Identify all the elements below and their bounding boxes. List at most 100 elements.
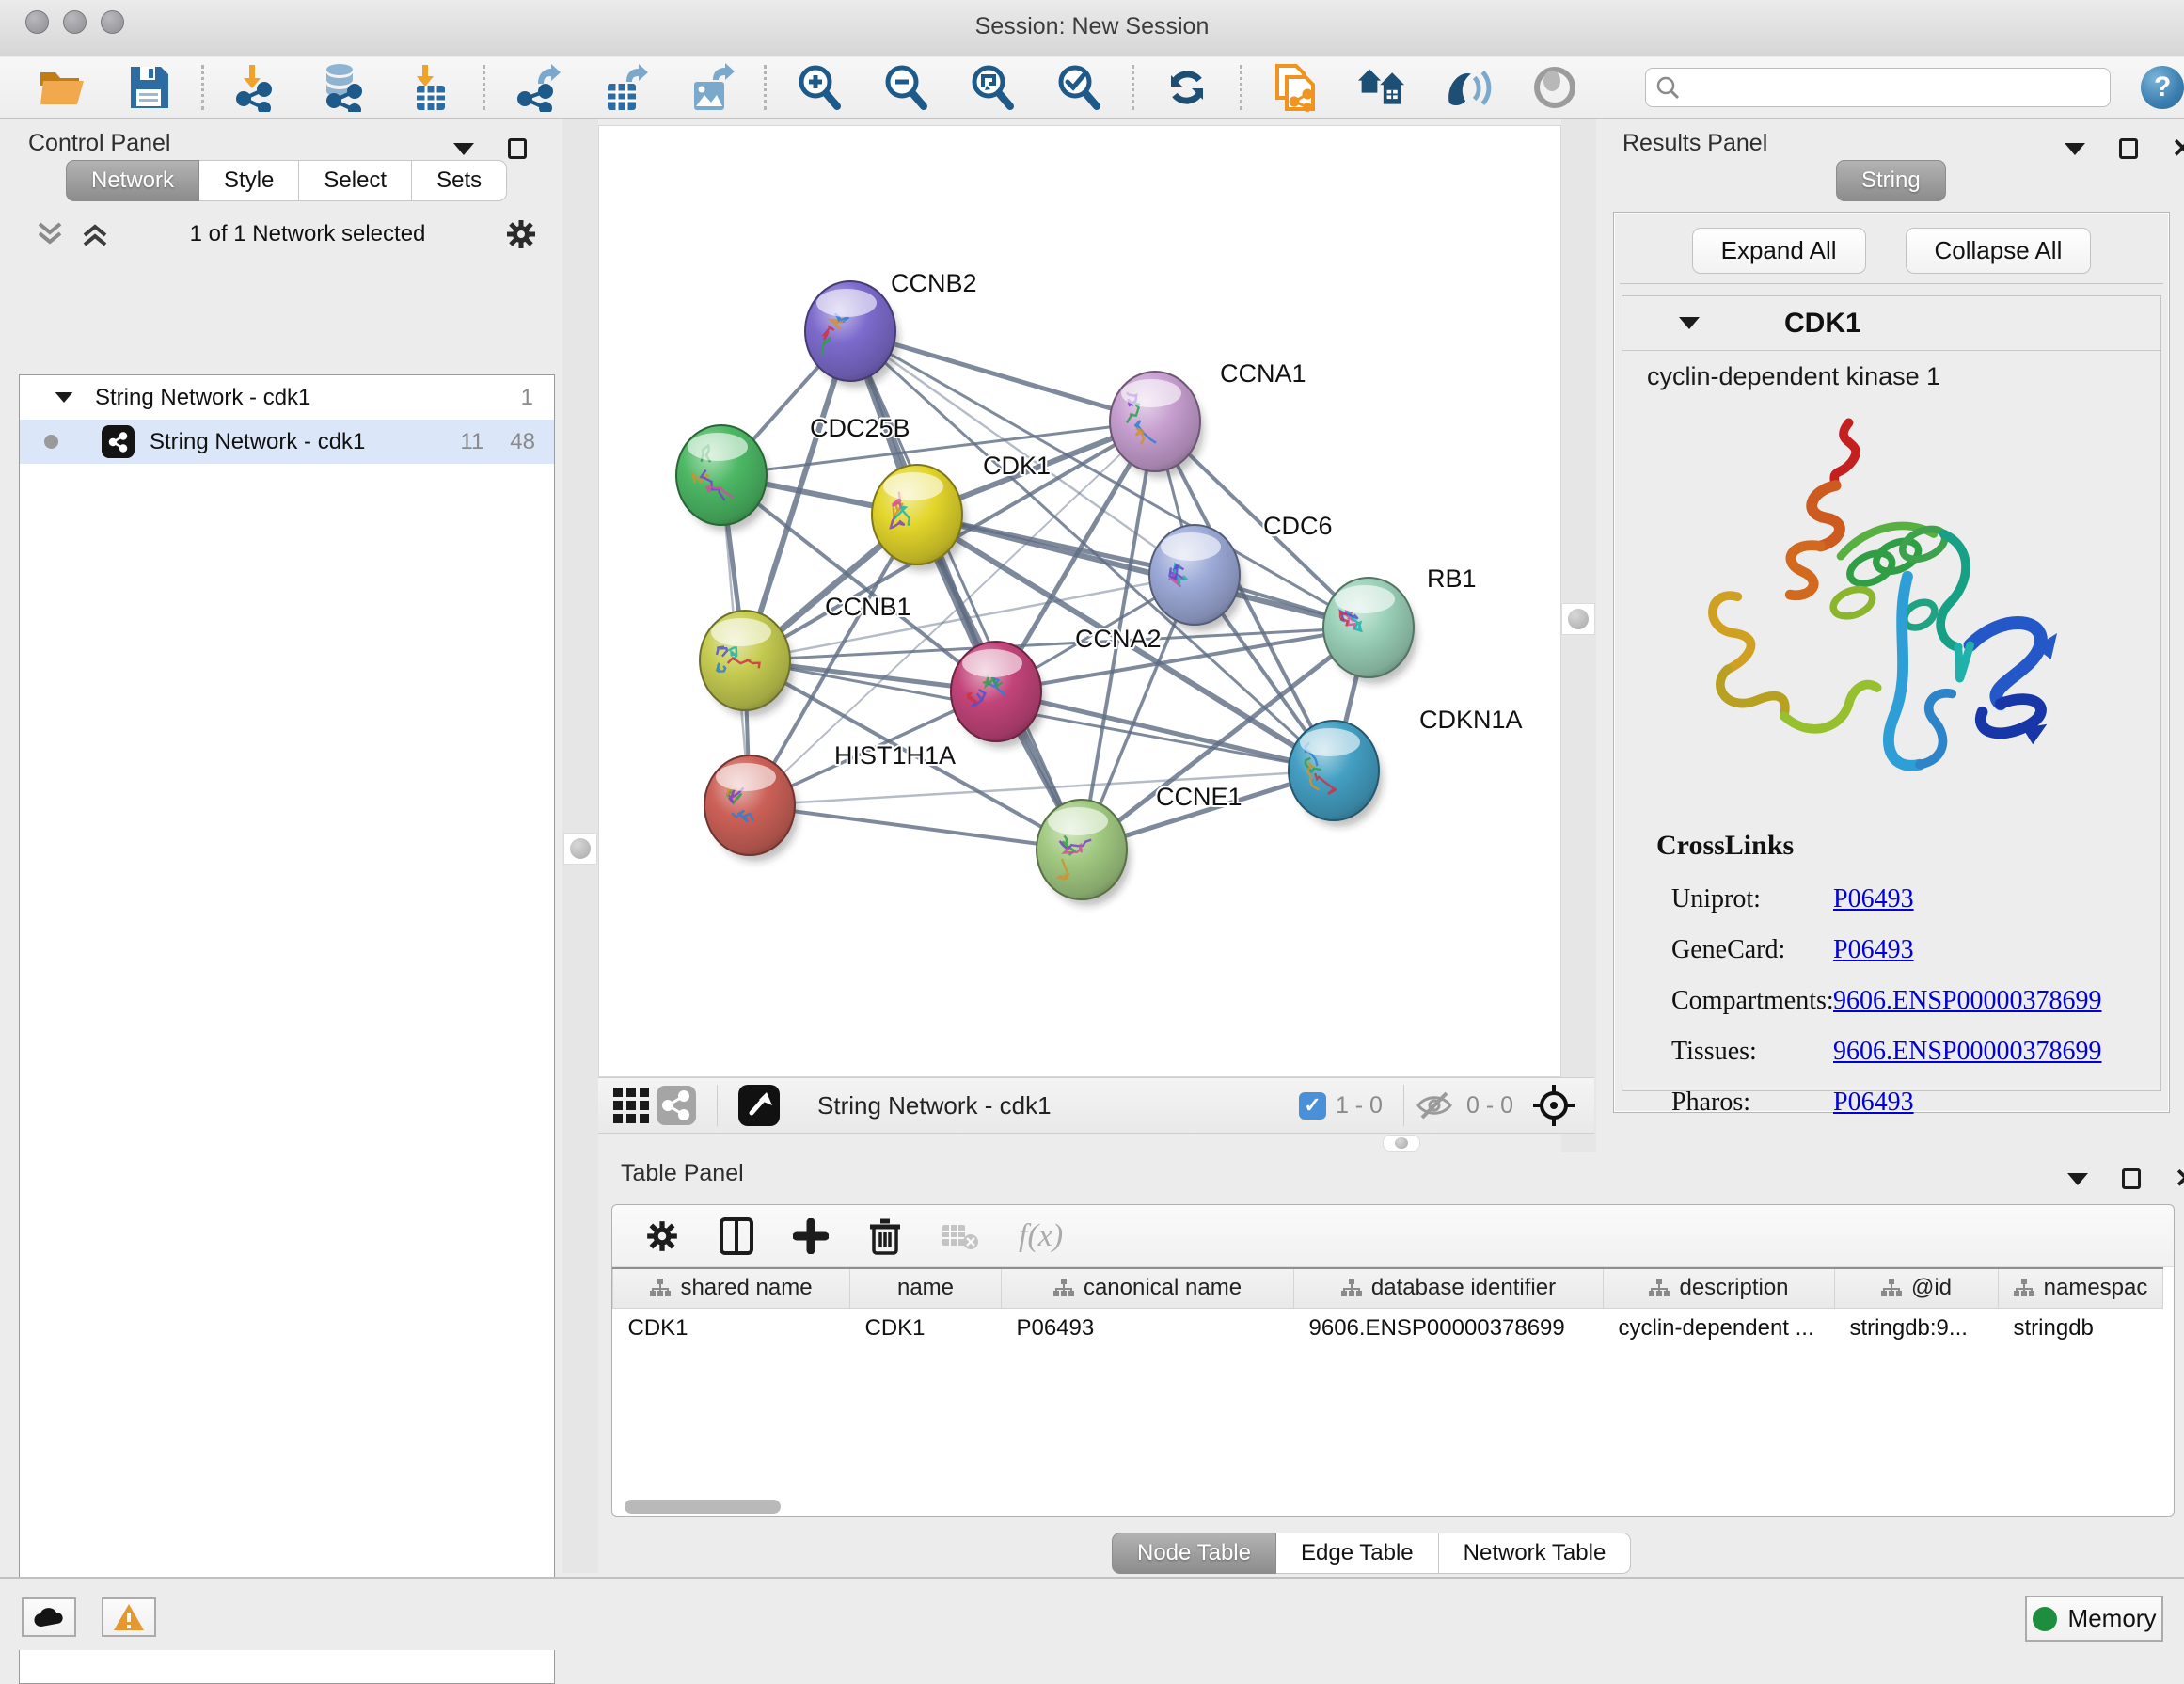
float-panel-icon[interactable] <box>2119 138 2138 159</box>
left-splitter-handle[interactable] <box>563 833 597 865</box>
table-horizontal-scrollbar[interactable] <box>611 1498 2175 1517</box>
close-panel-icon[interactable]: ✕ <box>2172 135 2184 162</box>
crosslink-pharos-link[interactable]: P06493 <box>1833 1088 1914 1118</box>
col-canonical-name[interactable]: canonical name <box>1002 1268 1294 1308</box>
network-collection-row[interactable]: String Network - cdk1 1 <box>20 375 554 420</box>
left-splitter[interactable] <box>562 119 598 1573</box>
network-share-icon[interactable] <box>653 1081 700 1130</box>
panel-menu-icon[interactable] <box>2067 1173 2088 1185</box>
delete-column-icon[interactable] <box>868 1217 902 1255</box>
expand-all-button[interactable]: Expand All <box>1692 228 1866 274</box>
table-row[interactable]: CDK1 CDK1 P06493 9606.ENSP00000378699 cy… <box>613 1308 2163 1349</box>
collection-expand-icon[interactable] <box>55 392 73 403</box>
cell-description[interactable]: cyclin-dependent ... <box>1604 1308 1835 1349</box>
collapse-all-button[interactable]: Collapse All <box>1906 228 2092 274</box>
col-namespace[interactable]: namespac <box>1999 1268 2163 1308</box>
collapse-all-icon[interactable] <box>34 220 66 248</box>
export-table-icon[interactable] <box>600 63 649 112</box>
zoom-fit-icon[interactable] <box>968 63 1017 112</box>
tab-string[interactable]: String <box>1836 160 1946 201</box>
crosslink-uniprot-link[interactable]: P06493 <box>1833 884 1914 914</box>
tab-edge-table[interactable]: Edge Table <box>1276 1533 1439 1574</box>
horizontal-splitter-handle[interactable] <box>1383 1135 1420 1152</box>
cloud-button[interactable] <box>22 1597 76 1637</box>
crosslink-tissues-link[interactable]: 9606.ENSP00000378699 <box>1833 1037 2101 1067</box>
search-box[interactable] <box>1645 68 2111 107</box>
float-panel-icon[interactable] <box>2122 1168 2141 1189</box>
warning-button[interactable] <box>102 1597 156 1637</box>
birdseye-view-icon[interactable] <box>735 1081 783 1130</box>
graph-node-ccne1[interactable]: CCNE1 <box>1037 783 1242 906</box>
graph-node-ccna1[interactable]: CCNA1 <box>1110 359 1306 478</box>
network-graph[interactable]: CCNB2CCNA1CDC25BCDK1CDC6RB1CCNB1CCNA2CDK… <box>599 126 1562 1078</box>
open-session-icon[interactable] <box>38 63 87 112</box>
col-id[interactable]: @id <box>1835 1268 1999 1308</box>
export-image-icon[interactable] <box>687 63 736 112</box>
show-columns-icon[interactable] <box>720 1217 753 1255</box>
tab-node-table[interactable]: Node Table <box>1112 1533 1276 1574</box>
table-options-gear-icon[interactable] <box>644 1218 680 1254</box>
column-type-icon <box>1341 1279 1362 1297</box>
float-panel-icon[interactable] <box>508 138 527 159</box>
memory-button[interactable]: Memory <box>2025 1596 2163 1642</box>
fit-content-icon[interactable] <box>1527 1081 1581 1130</box>
cell-canonical-name[interactable]: P06493 <box>1002 1308 1294 1349</box>
tab-network[interactable]: Network <box>66 160 199 201</box>
cell-database-identifier[interactable]: 9606.ENSP00000378699 <box>1294 1308 1604 1349</box>
memory-status-dot <box>2033 1607 2057 1631</box>
zoom-in-icon[interactable] <box>795 63 844 112</box>
graph-node-cdk1[interactable]: CDK1 <box>872 452 1051 571</box>
open-network-file-icon[interactable] <box>1271 63 1320 112</box>
col-description[interactable]: description <box>1604 1268 1835 1308</box>
column-type-icon <box>1881 1279 1902 1297</box>
export-network-icon[interactable] <box>514 63 562 112</box>
col-name[interactable]: name <box>850 1268 1002 1308</box>
cell-namespace[interactable]: stringdb <box>1999 1308 2163 1349</box>
cdk1-section-header[interactable]: CDK1 <box>1622 296 2160 351</box>
create-column-icon[interactable] <box>793 1218 829 1254</box>
panel-menu-icon[interactable] <box>453 143 474 155</box>
expand-all-icon[interactable] <box>79 220 111 248</box>
search-input[interactable] <box>1680 75 2100 100</box>
graph-node-rb1[interactable]: RB1 <box>1323 564 1477 684</box>
section-collapse-icon[interactable] <box>1679 317 1700 329</box>
selected-nodes-checkbox[interactable]: ✓ <box>1299 1092 1326 1120</box>
hidden-eye-icon[interactable] <box>1412 1081 1457 1130</box>
protein-structure-image <box>1679 405 2083 809</box>
zoom-selected-icon[interactable] <box>1054 63 1103 112</box>
tab-network-table[interactable]: Network Table <box>1439 1533 1632 1574</box>
right-splitter[interactable] <box>1561 119 1596 1152</box>
import-network-from-database-icon[interactable] <box>319 63 368 112</box>
cell-id[interactable]: stringdb:9... <box>1835 1308 1999 1349</box>
cell-name[interactable]: CDK1 <box>850 1308 1002 1349</box>
col-shared-name[interactable]: shared name <box>613 1268 850 1308</box>
zoom-out-icon[interactable] <box>881 63 930 112</box>
crosslink-genecard-link[interactable]: P06493 <box>1833 935 1914 965</box>
help-icon[interactable]: ? <box>2141 66 2184 109</box>
scrollbar-thumb[interactable] <box>625 1500 781 1514</box>
close-panel-icon[interactable]: ✕ <box>2175 1166 2184 1192</box>
home-icon[interactable] <box>1357 63 1406 112</box>
network-row[interactable]: String Network - cdk1 11 48 <box>20 420 554 464</box>
save-session-icon[interactable] <box>124 63 173 112</box>
delete-table-icon <box>942 1221 979 1251</box>
search-icon <box>1655 75 1680 100</box>
import-table-icon[interactable] <box>405 63 454 112</box>
graph-node-cdkn1a[interactable]: CDKN1A <box>1289 706 1523 827</box>
crosslink-compartments-link[interactable]: 9606.ENSP00000378699 <box>1833 986 2101 1016</box>
tab-select[interactable]: Select <box>299 160 412 201</box>
results-panel-title: Results Panel <box>1622 130 1767 157</box>
network-canvas[interactable]: CCNB2CCNA1CDC25BCDK1CDC6RB1CCNB1CCNA2CDK… <box>598 125 1561 1077</box>
cell-shared-name[interactable]: CDK1 <box>613 1308 850 1349</box>
show-hide-panels-icon[interactable] <box>1444 63 1493 112</box>
col-database-identifier[interactable]: database identifier <box>1294 1268 1604 1308</box>
options-gear-icon[interactable] <box>504 217 538 251</box>
tab-style[interactable]: Style <box>199 160 299 201</box>
tab-sets[interactable]: Sets <box>412 160 507 201</box>
import-network-icon[interactable] <box>232 63 281 112</box>
grid-view-icon[interactable] <box>609 1081 653 1130</box>
panel-menu-icon[interactable] <box>2065 143 2085 155</box>
refresh-icon[interactable] <box>1163 63 1211 112</box>
title-bar: Session: New Session <box>0 0 2184 56</box>
right-splitter-handle[interactable] <box>1561 603 1595 635</box>
